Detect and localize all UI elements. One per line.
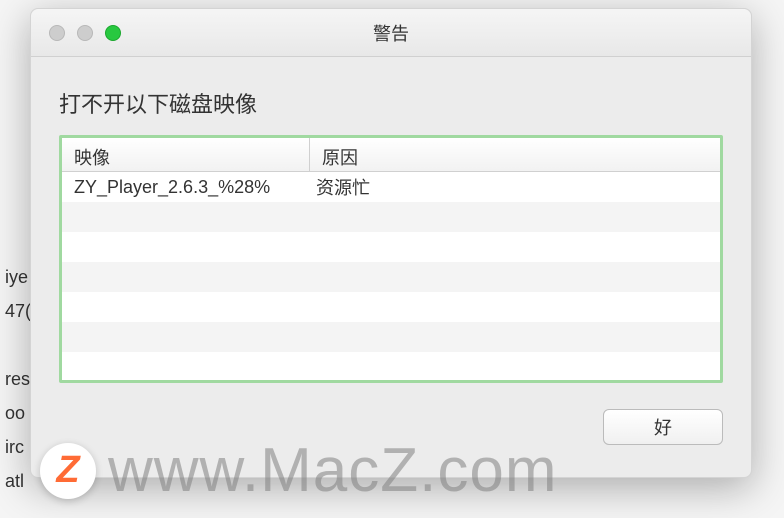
- button-row: 好: [59, 409, 723, 445]
- dialog-message: 打不开以下磁盘映像: [59, 87, 723, 119]
- background-partial-text: iye 47( res oo irc atl: [0, 260, 31, 498]
- titlebar: 警告: [31, 9, 751, 57]
- table-row: [62, 262, 720, 292]
- table-row[interactable]: ZY_Player_2.6.3_%28% 资源忙: [62, 172, 720, 202]
- close-icon[interactable]: [49, 25, 65, 41]
- table-row: [62, 232, 720, 262]
- column-header-reason[interactable]: 原因: [310, 138, 720, 171]
- table-row: [62, 202, 720, 232]
- table-header: 映像 原因: [62, 138, 720, 172]
- table-row: [62, 322, 720, 352]
- table-row: [62, 352, 720, 382]
- dialog-content: 打不开以下磁盘映像 映像 原因 ZY_Player_2.6.3_%28% 资源忙: [31, 57, 751, 465]
- column-header-image[interactable]: 映像: [62, 138, 310, 171]
- dialog-title: 警告: [373, 20, 409, 46]
- cell-reason: 资源忙: [310, 174, 720, 200]
- ok-button[interactable]: 好: [603, 409, 723, 445]
- minimize-icon[interactable]: [77, 25, 93, 41]
- disk-image-table: 映像 原因 ZY_Player_2.6.3_%28% 资源忙: [59, 135, 723, 383]
- table-body: ZY_Player_2.6.3_%28% 资源忙: [62, 172, 720, 383]
- table-row: [62, 292, 720, 322]
- traffic-lights: [49, 25, 121, 41]
- maximize-icon[interactable]: [105, 25, 121, 41]
- alert-dialog: 警告 打不开以下磁盘映像 映像 原因 ZY_Player_2.6.3_%28% …: [30, 8, 752, 478]
- cell-image-name: ZY_Player_2.6.3_%28%: [62, 177, 310, 198]
